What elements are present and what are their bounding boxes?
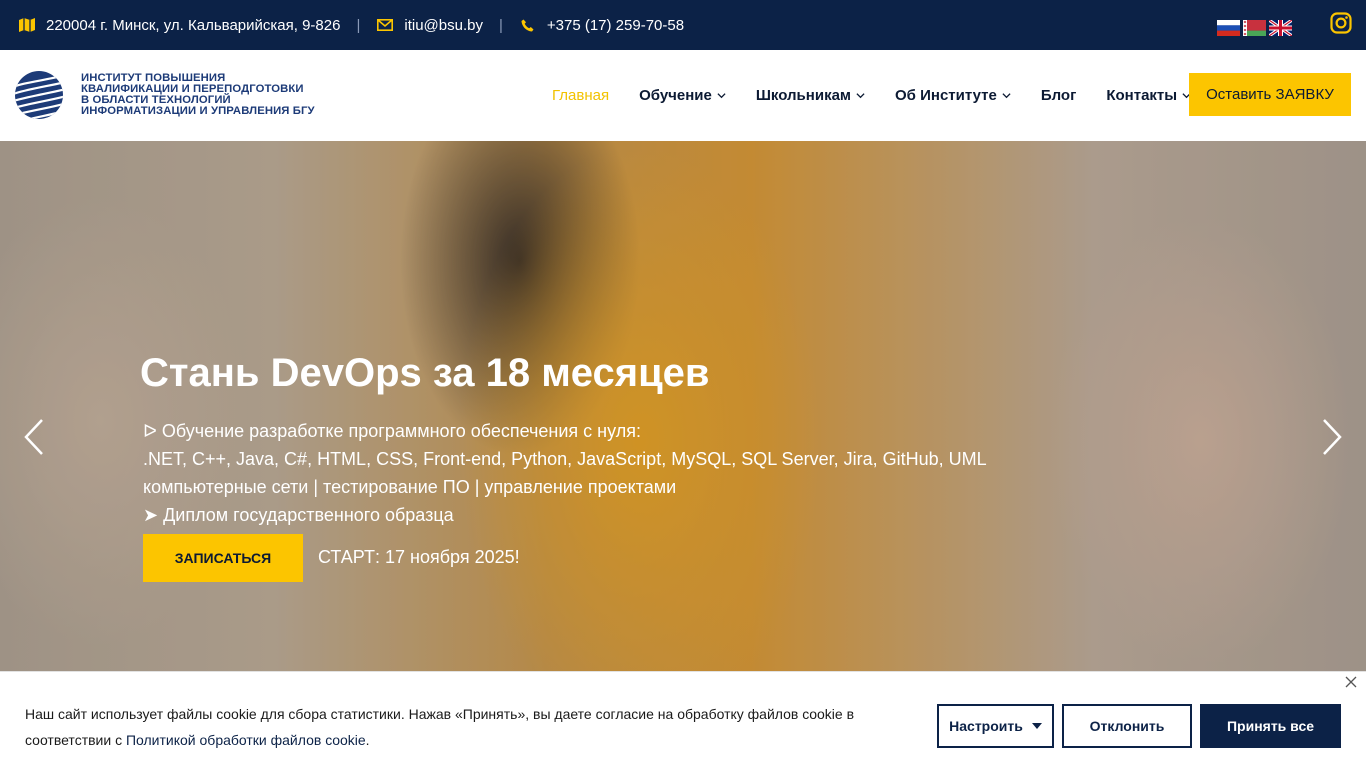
cookie-policy-link[interactable]: Политикой обработки файлов cookie [126, 732, 366, 748]
cookie-reject-button[interactable]: Отклонить [1062, 704, 1192, 748]
site-logo[interactable]: ИНСТИТУТ ПОВЫШЕНИЯ КВАЛИФИКАЦИИ И ПЕРЕПО… [14, 70, 315, 120]
separator: | [356, 16, 361, 34]
hero-slider: Стань DevOps за 18 месяцев ᐅ Обучение ра… [0, 141, 1366, 671]
phone-item[interactable]: +375 (17) 259-70-58 [519, 16, 684, 34]
nav-item-label: Контакты [1106, 87, 1178, 104]
nav-item-home[interactable]: Главная [552, 87, 609, 104]
envelope-icon [376, 16, 394, 34]
nav-item-schoolchildren[interactable]: Школьникам [756, 87, 865, 104]
nav-item-label: Школьникам [755, 87, 852, 104]
phone-icon [519, 16, 537, 34]
nav-item-label: Главная [552, 87, 610, 104]
hero-background-image [0, 141, 1366, 671]
close-icon[interactable] [1344, 675, 1358, 689]
top-bar: 220004 г. Минск, ул. Кальварийская, 9-82… [0, 0, 1366, 50]
separator: | [498, 16, 503, 34]
instagram-icon[interactable] [1330, 12, 1352, 34]
nav-item-about[interactable]: Об Институте [895, 87, 1011, 104]
enroll-button[interactable]: ЗАПИСАТЬСЯ [143, 534, 303, 582]
nav-item-label: Блог [1040, 87, 1077, 104]
chevron-down-icon [856, 93, 865, 99]
chevron-right-icon[interactable] [1321, 417, 1343, 457]
caret-down-icon [1031, 723, 1042, 729]
email-item[interactable]: itiu@bsu.by [376, 16, 483, 34]
main-nav: Главная Обучение Школьникам Об Институте… [552, 87, 1221, 104]
address-text: 220004 г. Минск, ул. Кальварийская, 9-82… [46, 16, 341, 34]
hero-line: ᐅ Обучение разработке программного обесп… [143, 421, 641, 441]
globe-logo-icon [15, 71, 63, 119]
hero-line: компьютерные сети | тестирование ПО | уп… [143, 477, 677, 497]
cookie-settings-label: Настроить [949, 718, 1023, 734]
hero-description: ᐅ Обучение разработке программного обесп… [143, 417, 987, 529]
phone-link[interactable]: +375 (17) 259-70-58 [547, 17, 684, 34]
cookie-text-end: . [365, 732, 370, 748]
chevron-down-icon [1002, 93, 1011, 99]
cookie-accept-button[interactable]: Принять все [1200, 704, 1341, 748]
nav-item-contacts[interactable]: Контакты [1106, 87, 1191, 104]
flag-gb-icon[interactable] [1269, 20, 1292, 36]
cookie-settings-button[interactable]: Настроить [937, 704, 1054, 748]
cookie-consent-bar: Наш сайт использует файлы cookie для сбо… [0, 671, 1366, 768]
nav-item-education[interactable]: Обучение [639, 87, 726, 104]
nav-item-blog[interactable]: Блог [1041, 87, 1077, 104]
hero-line: ➤ Диплом государственного образца [143, 505, 454, 525]
address-item: 220004 г. Минск, ул. Кальварийская, 9-82… [18, 16, 340, 34]
chevron-down-icon [717, 93, 726, 99]
start-date-text: СТАРТ: 17 ноября 2025! [318, 547, 520, 567]
email-link[interactable]: itiu@bsu.by [404, 17, 483, 34]
leave-request-button[interactable]: Оставить ЗАЯВКУ [1189, 73, 1351, 116]
chevron-left-icon[interactable] [23, 417, 45, 457]
cookie-message: Наш сайт использует файлы cookie для сбо… [25, 701, 905, 753]
site-header: ИНСТИТУТ ПОВЫШЕНИЯ КВАЛИФИКАЦИИ И ПЕРЕПО… [0, 50, 1366, 141]
flag-by-icon[interactable] [1243, 20, 1266, 36]
nav-item-label: Об Институте [895, 87, 997, 104]
hero-line: .NET, C++, Java, C#, HTML, CSS, Front-en… [143, 449, 987, 469]
logo-line: ИНФОРМАТИЗАЦИИ И УПРАВЛЕНИЯ БГУ [81, 105, 315, 117]
logo-text: ИНСТИТУТ ПОВЫШЕНИЯ КВАЛИФИКАЦИИ И ПЕРЕПО… [81, 72, 315, 117]
map-icon [18, 16, 36, 34]
hero-title: Стань DevOps за 18 месяцев [140, 351, 710, 395]
nav-item-label: Обучение [639, 87, 712, 104]
flag-ru-icon[interactable] [1217, 20, 1240, 36]
language-switcher [1217, 20, 1292, 36]
